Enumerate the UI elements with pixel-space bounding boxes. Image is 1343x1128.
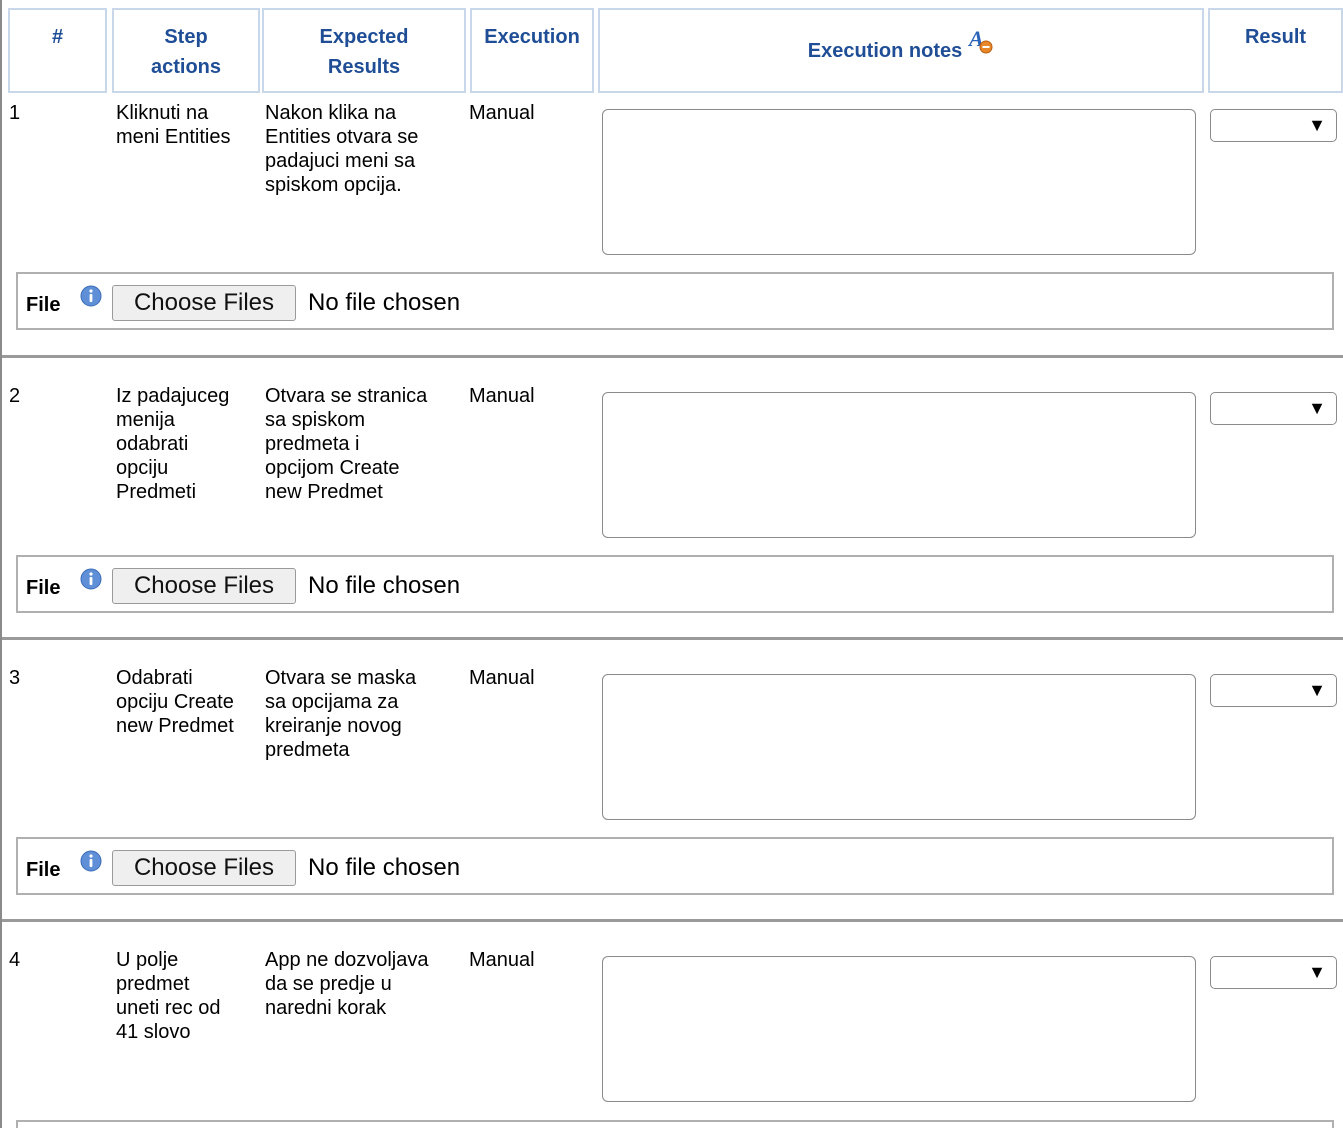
step-number: 3: [9, 667, 21, 689]
column-header-number: #: [8, 8, 107, 93]
dropdown-arrow-icon: ▼: [1308, 398, 1326, 418]
column-header-expected-results-label: Expected Results: [319, 26, 409, 78]
font-format-remove-icon[interactable]: A: [967, 26, 994, 64]
execution-notes-input[interactable]: [602, 109, 1196, 255]
column-header-step-actions-label: Step actions: [150, 26, 222, 78]
column-header-result-label: Result: [1244, 26, 1307, 48]
step-number: 2: [9, 385, 21, 407]
file-label: File: [26, 859, 61, 881]
column-header-expected-results: Expected Results: [262, 8, 466, 93]
choose-files-button[interactable]: Choose Files: [112, 850, 296, 886]
execution-notes-input[interactable]: [602, 674, 1196, 820]
expected-result: Nakon klika na Entities otvara se padaju…: [265, 102, 419, 196]
info-icon[interactable]: [80, 850, 102, 878]
info-icon[interactable]: [80, 285, 102, 313]
result-select[interactable]: ▼: [1210, 392, 1337, 425]
result-select[interactable]: ▼: [1210, 956, 1337, 989]
row-divider: [2, 919, 1343, 922]
dropdown-arrow-icon: ▼: [1308, 680, 1326, 700]
column-header-execution-notes-label: Execution notes: [807, 39, 963, 62]
choose-files-button[interactable]: Choose Files: [112, 285, 296, 321]
file-status: No file chosen: [308, 289, 461, 316]
column-header-number-label: #: [51, 26, 64, 48]
file-status: No file chosen: [308, 572, 461, 599]
file-label: File: [26, 294, 61, 316]
step-action: Odabrati opciju Create new Predmet: [116, 667, 234, 737]
execution-type: Manual: [469, 949, 535, 971]
file-upload-box: File Choose Files No file chosen: [16, 837, 1334, 895]
info-icon[interactable]: [80, 568, 102, 596]
execution-notes-input[interactable]: [602, 956, 1196, 1102]
table-left-border: [0, 0, 2, 1128]
dropdown-arrow-icon: ▼: [1308, 115, 1326, 135]
column-header-execution-notes: Execution notes A: [598, 8, 1204, 93]
step-action: Iz padajuceg menija odabrati opciju Pred…: [116, 385, 230, 503]
step-action: U polje predmet uneti rec od 41 slovo: [116, 949, 221, 1043]
dropdown-arrow-icon: ▼: [1308, 962, 1326, 982]
file-label: File: [26, 577, 61, 599]
execution-type: Manual: [469, 102, 535, 124]
choose-files-button[interactable]: Choose Files: [112, 568, 296, 604]
file-upload-box: File Choose Files No file chosen: [16, 555, 1334, 613]
step-number: 4: [9, 949, 21, 971]
execution-type: Manual: [469, 667, 535, 689]
execution-notes-input[interactable]: [602, 392, 1196, 538]
step-number: 1: [9, 102, 21, 124]
row-divider: [2, 637, 1343, 640]
column-header-execution: Execution: [470, 8, 594, 93]
column-header-execution-label: Execution: [484, 26, 580, 48]
row-divider: [2, 355, 1343, 358]
file-upload-box: File Choose Files No file chosen: [16, 272, 1334, 330]
file-status: No file chosen: [308, 854, 461, 881]
result-select[interactable]: ▼: [1210, 109, 1337, 142]
column-header-step-actions: Step actions: [112, 8, 260, 93]
expected-result: Otvara se stranica sa spiskom predmeta i…: [265, 385, 428, 503]
step-action: Kliknuti na meni Entities: [116, 102, 231, 148]
file-upload-box: [16, 1120, 1334, 1128]
expected-result: App ne dozvoljava da se predje u naredni…: [265, 949, 429, 1019]
expected-result: Otvara se maska sa opcijama za kreiranje…: [265, 667, 417, 761]
result-select[interactable]: ▼: [1210, 674, 1337, 707]
execution-type: Manual: [469, 385, 535, 407]
column-header-result: Result: [1208, 8, 1343, 93]
